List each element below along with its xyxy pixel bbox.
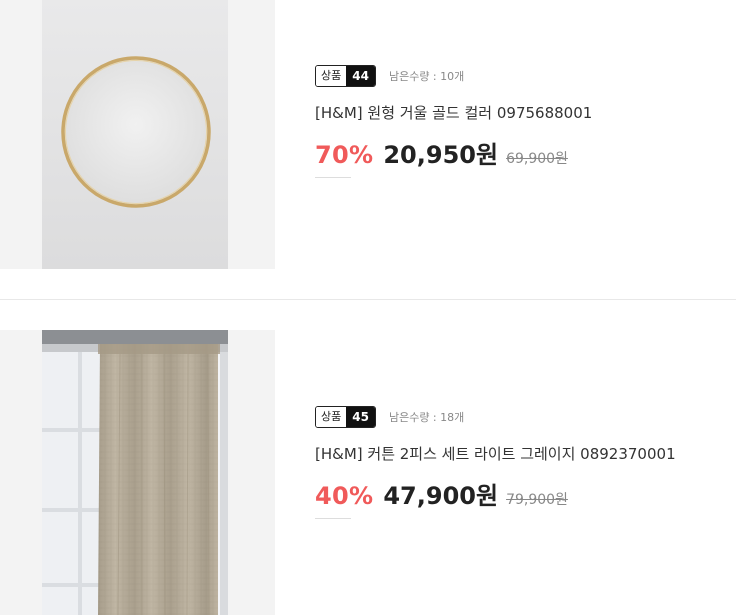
curtain-illustration: [42, 330, 228, 615]
product-card[interactable]: 상품 44 남은수량 : 10개 [H&M] 원형 거울 골드 컬러 09756…: [0, 0, 736, 299]
price-row: 70% 20,950원 69,900원: [315, 135, 592, 169]
sale-price: 47,900원: [383, 482, 499, 510]
product-title[interactable]: [H&M] 원형 거울 골드 컬러 0975688001: [315, 103, 592, 123]
original-price: 79,900원: [506, 492, 568, 508]
stock-remaining: 남은수량 : 10개: [388, 70, 465, 83]
discount-rate: 40%: [315, 482, 374, 510]
stock-remaining: 남은수량 : 18개: [388, 411, 465, 424]
product-title[interactable]: [H&M] 커튼 2피스 세트 라이트 그레이지 0892370001: [315, 444, 676, 464]
product-number-badge: 상품 45: [315, 406, 376, 428]
product-info: 상품 44 남은수량 : 10개 [H&M] 원형 거울 골드 컬러 09756…: [315, 64, 592, 178]
sale-price: 20,950원: [383, 141, 499, 169]
badge-label: 상품: [316, 407, 347, 427]
divider: [315, 518, 351, 519]
badge-number: 44: [346, 66, 375, 86]
badge-number: 45: [346, 407, 375, 427]
badge-label: 상품: [316, 66, 347, 86]
product-number-badge: 상품 44: [315, 65, 376, 87]
product-image-mirror: [42, 0, 228, 269]
product-image-curtain: [42, 330, 228, 615]
product-thumbnail[interactable]: [0, 330, 275, 615]
product-thumbnail[interactable]: [0, 0, 275, 269]
product-card[interactable]: 상품 45 남은수량 : 18개 [H&M] 커튼 2피스 세트 라이트 그레이…: [0, 299, 736, 615]
discount-rate: 70%: [315, 141, 374, 169]
product-meta: 상품 45 남은수량 : 18개: [315, 405, 676, 429]
mirror-illustration: [61, 56, 211, 208]
divider: [315, 177, 351, 178]
original-price: 69,900원: [506, 151, 568, 167]
product-info: 상품 45 남은수량 : 18개 [H&M] 커튼 2피스 세트 라이트 그레이…: [315, 405, 676, 519]
price-row: 40% 47,900원 79,900원: [315, 476, 676, 510]
product-meta: 상품 44 남은수량 : 10개: [315, 64, 592, 88]
